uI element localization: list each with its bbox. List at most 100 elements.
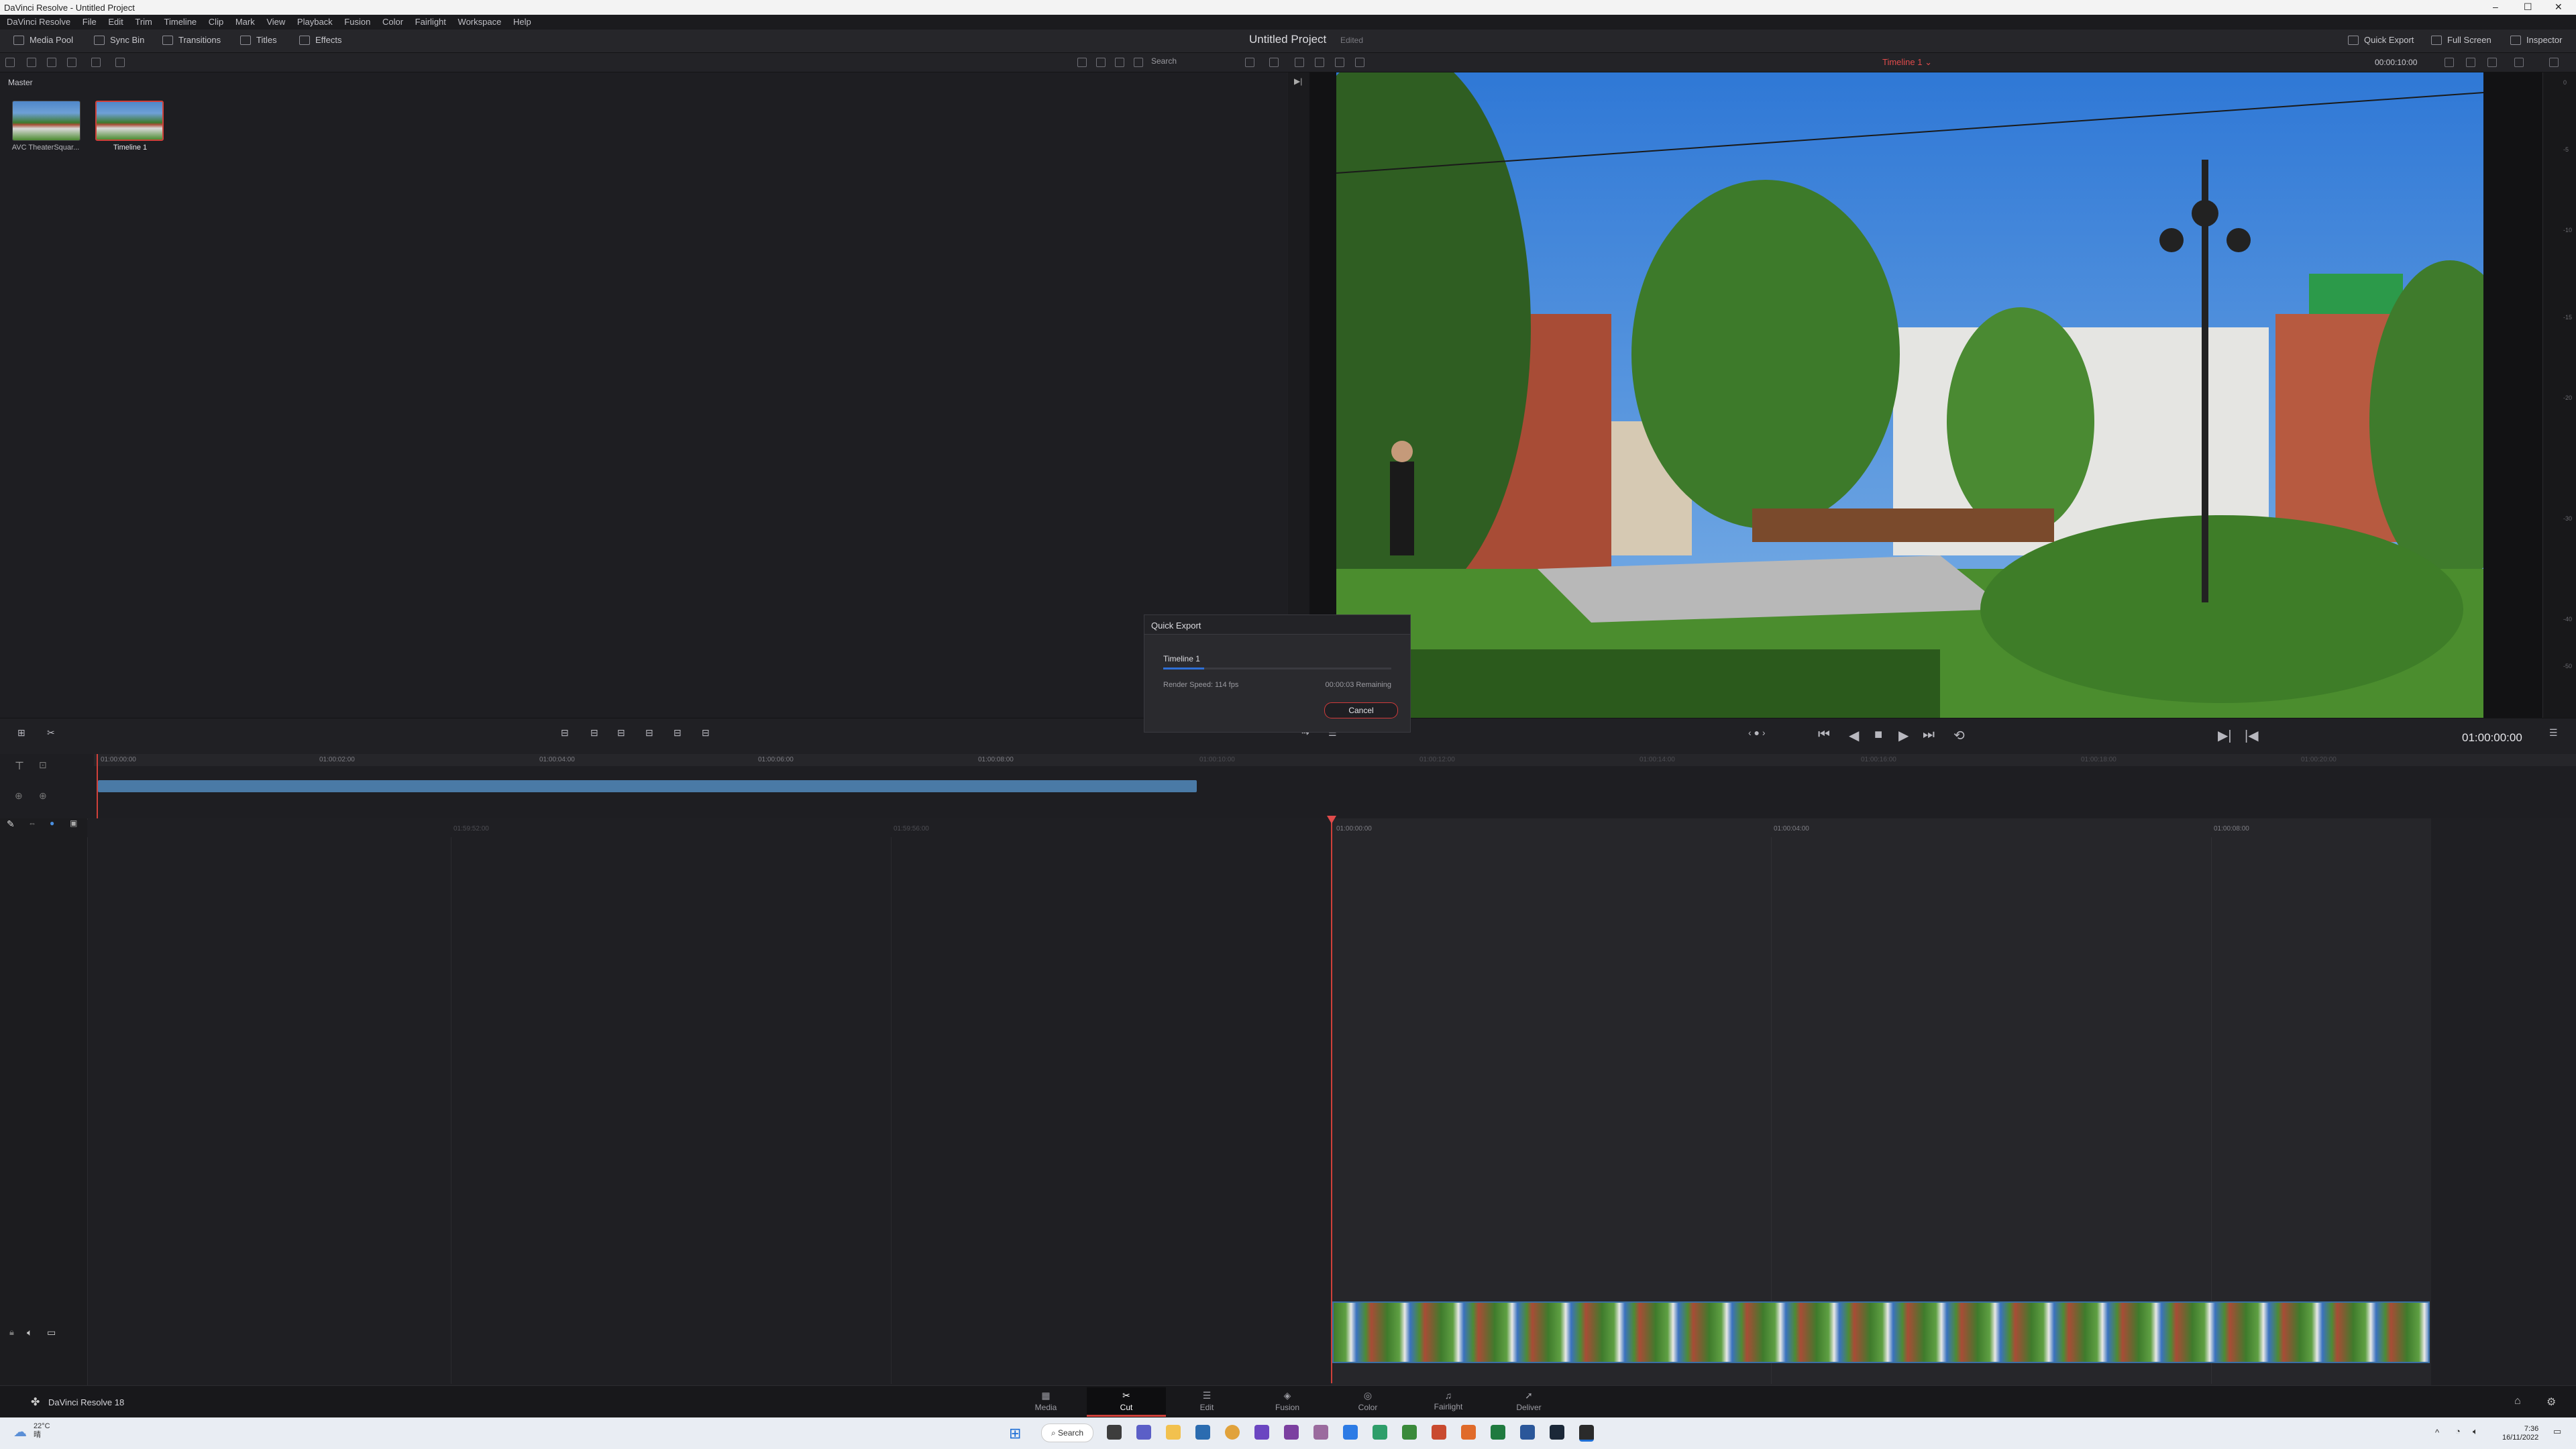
- place-on-top-icon[interactable]: ⊟: [674, 727, 682, 739]
- lower-playhead[interactable]: [1331, 820, 1332, 1383]
- app-icon-2[interactable]: [1284, 1425, 1299, 1440]
- close-icon[interactable]: ✕: [2555, 1, 2563, 13]
- sort-order-icon[interactable]: [1245, 58, 1254, 67]
- page-fairlight[interactable]: ♫ Fairlight: [1409, 1387, 1488, 1417]
- menu-item-view[interactable]: View: [266, 15, 285, 30]
- network-icon[interactable]: ◔: [2455, 1426, 2461, 1436]
- store-icon[interactable]: [1195, 1425, 1210, 1440]
- play-icon[interactable]: ▶: [1898, 727, 1909, 744]
- safe-area-icon[interactable]: [2487, 58, 2497, 67]
- quick-export-button[interactable]: Quick Export: [2348, 35, 2414, 45]
- source-tape-icon[interactable]: [1335, 58, 1344, 67]
- menu-item-edit[interactable]: Edit: [108, 15, 123, 30]
- smart-insert-icon[interactable]: ⊞: [17, 727, 25, 739]
- trim-tool-icon[interactable]: ⇔: [28, 818, 36, 828]
- full-screen-button[interactable]: Full Screen: [2431, 35, 2491, 45]
- menu-item-fairlight[interactable]: Fairlight: [415, 15, 446, 30]
- play-marker-icon[interactable]: ▶|: [1294, 76, 1302, 86]
- mark-in-icon[interactable]: ▶|: [2218, 727, 2232, 744]
- go-to-end-icon[interactable]: ⏭: [1923, 727, 1935, 743]
- home-icon[interactable]: ⌂: [2514, 1395, 2521, 1407]
- video-monitor-icon[interactable]: ▭: [47, 1327, 56, 1338]
- playhead-handle[interactable]: [1327, 816, 1336, 824]
- maximize-icon[interactable]: ☐: [2524, 1, 2532, 13]
- dual-viewer-icon[interactable]: [2445, 58, 2454, 67]
- app-icon-6[interactable]: [1402, 1425, 1417, 1440]
- loop-icon[interactable]: ⟲: [1953, 727, 1965, 744]
- page-media[interactable]: ▦ Media: [1006, 1387, 1085, 1417]
- snapping-icon[interactable]: ●: [50, 818, 54, 828]
- sort-icon[interactable]: [1134, 58, 1143, 67]
- upper-playhead[interactable]: [97, 754, 98, 818]
- task-view-icon[interactable]: [1107, 1425, 1122, 1440]
- append-edit-icon[interactable]: ⊟: [590, 727, 598, 739]
- strip-view-icon[interactable]: [1115, 58, 1124, 67]
- page-edit[interactable]: ☰ Edit: [1167, 1387, 1246, 1417]
- speaker-icon[interactable]: 🔈︎: [27, 1327, 32, 1338]
- menu-item-resolve[interactable]: DaVinci Resolve: [7, 15, 70, 30]
- video-clip[interactable]: [1332, 1301, 2430, 1363]
- menu-item-clip[interactable]: Clip: [209, 15, 223, 30]
- menu-item-color[interactable]: Color: [382, 15, 403, 30]
- menu-item-mark[interactable]: Mark: [235, 15, 255, 30]
- new-timeline-icon[interactable]: [67, 58, 76, 67]
- titles-button[interactable]: Titles: [240, 35, 277, 45]
- menu-item-file[interactable]: File: [83, 15, 97, 30]
- smart-insert-edit-icon[interactable]: ⊟: [561, 727, 569, 739]
- davinci-resolve-taskbar-icon[interactable]: [1579, 1425, 1594, 1442]
- new-bin-icon[interactable]: [47, 58, 56, 67]
- source-clip-icon[interactable]: [1315, 58, 1324, 67]
- close-up-icon[interactable]: ⊟: [645, 727, 653, 739]
- go-to-start-icon[interactable]: ⏮: [1818, 727, 1830, 743]
- track-height-icon[interactable]: ⊡: [39, 759, 47, 771]
- app-icon-7[interactable]: [1461, 1425, 1476, 1440]
- page-fusion[interactable]: ◈ Fusion: [1248, 1387, 1327, 1417]
- shuttle-icon[interactable]: ‹ ● ›: [1748, 727, 1766, 738]
- page-color[interactable]: ◎ Color: [1328, 1387, 1407, 1417]
- powerpoint-icon[interactable]: [1432, 1425, 1446, 1440]
- excel-icon[interactable]: [1491, 1425, 1505, 1440]
- steam-icon[interactable]: [1550, 1425, 1564, 1440]
- audio-track-icon[interactable]: ⊕: [15, 790, 23, 802]
- more-options-icon[interactable]: [1269, 58, 1279, 67]
- thumbnail-view-icon[interactable]: [1096, 58, 1106, 67]
- effects-button[interactable]: Effects: [299, 35, 342, 45]
- ripple-overwrite-icon[interactable]: ⊟: [617, 727, 625, 739]
- minimize-icon[interactable]: –: [2493, 1, 2498, 12]
- play-reverse-icon[interactable]: ◀: [1849, 727, 1859, 744]
- windows-start-icon[interactable]: ⊞: [1009, 1425, 1021, 1442]
- app-icon-1[interactable]: [1254, 1425, 1269, 1440]
- transitions-button[interactable]: Transitions: [162, 35, 221, 45]
- weather-widget[interactable]: 22°C 晴: [34, 1422, 50, 1440]
- menu-item-timeline[interactable]: Timeline: [164, 15, 197, 30]
- page-cut[interactable]: ✂ Cut: [1087, 1387, 1166, 1417]
- viewer-frame[interactable]: [1336, 72, 2483, 718]
- edit-tool-icon[interactable]: ✎: [7, 818, 15, 830]
- page-deliver[interactable]: ➚ Deliver: [1489, 1387, 1568, 1417]
- notification-icon[interactable]: ▭: [2553, 1426, 2561, 1437]
- upper-timeline-ruler[interactable]: [94, 754, 2576, 766]
- lock-track-icon[interactable]: 🔒︎: [9, 1327, 14, 1338]
- audio-waveform-icon[interactable]: ⊕: [39, 790, 47, 802]
- upper-timeline-clip[interactable]: [98, 780, 1197, 792]
- inspector-button[interactable]: Inspector: [2510, 35, 2562, 45]
- color-picker-icon[interactable]: [2514, 58, 2524, 67]
- refresh-icon[interactable]: [91, 58, 101, 67]
- media-clip-thumbnail[interactable]: [12, 101, 80, 141]
- menu-item-playback[interactable]: Playback: [297, 15, 333, 30]
- menu-item-help[interactable]: Help: [513, 15, 531, 30]
- app-icon-3[interactable]: [1313, 1425, 1328, 1440]
- cancel-button[interactable]: Cancel: [1324, 702, 1398, 718]
- chrome-icon[interactable]: [1225, 1425, 1240, 1440]
- mark-out-icon[interactable]: |◀: [2245, 727, 2259, 744]
- menu-item-fusion[interactable]: Fusion: [344, 15, 370, 30]
- source-overwrite-icon[interactable]: ⊟: [702, 727, 710, 739]
- file-explorer-icon[interactable]: [1166, 1425, 1181, 1440]
- taskbar-search[interactable]: ⌕ Search: [1041, 1424, 1093, 1442]
- sidebar-toggle-icon[interactable]: [5, 58, 15, 67]
- timeline-selector[interactable]: Timeline 1 ⌄: [1882, 57, 1932, 68]
- menu-item-trim[interactable]: Trim: [135, 15, 152, 30]
- app-icon-4[interactable]: [1343, 1425, 1358, 1440]
- app-icon-5[interactable]: [1373, 1425, 1387, 1440]
- word-icon[interactable]: [1520, 1425, 1535, 1440]
